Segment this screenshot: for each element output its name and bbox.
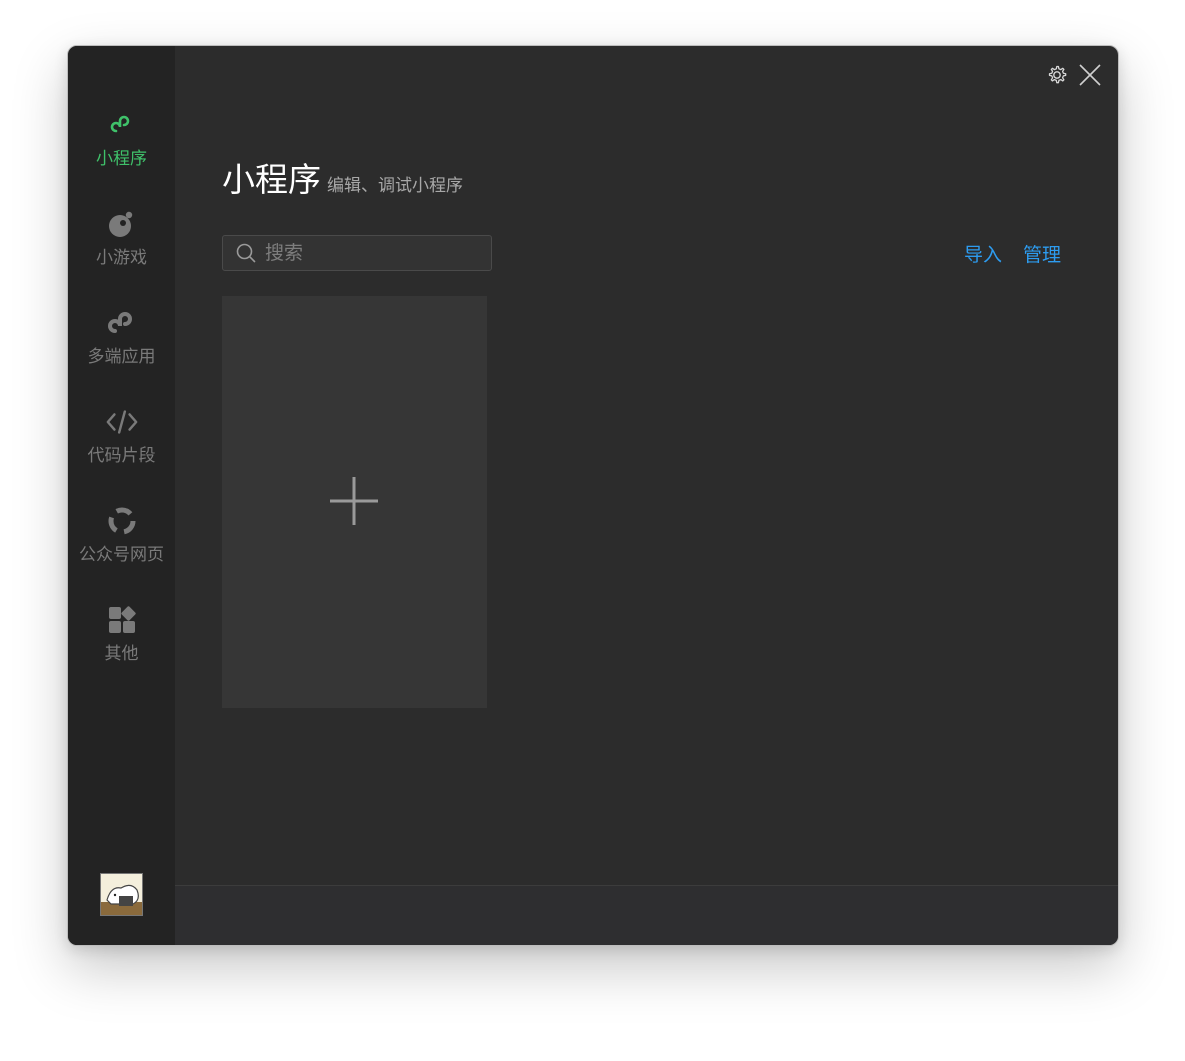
sidebar-item-minigame[interactable]: 小游戏 — [68, 207, 175, 297]
webpage-icon — [105, 504, 139, 538]
page-subtitle: 编辑、调试小程序 — [327, 176, 463, 196]
sidebar-item-code-snippet[interactable]: 代码片段 — [68, 405, 175, 495]
miniprogram-icon — [105, 108, 139, 142]
sidebar-item-label: 代码片段 — [87, 446, 156, 466]
close-icon[interactable] — [1078, 63, 1102, 91]
sidebar-item-label: 多端应用 — [87, 347, 156, 367]
sidebar-item-label: 小程序 — [96, 149, 147, 169]
grid-icon — [105, 603, 139, 637]
sidebar-item-miniprogram[interactable]: 小程序 — [68, 108, 175, 198]
footer-bar — [175, 885, 1118, 945]
avatar[interactable] — [100, 873, 143, 916]
manage-button[interactable]: 管理 — [1023, 240, 1061, 267]
search-box[interactable] — [222, 235, 492, 271]
multiplatform-icon — [105, 306, 139, 340]
sidebar-item-label: 小游戏 — [96, 248, 147, 268]
plus-icon — [329, 476, 379, 526]
new-project-card[interactable] — [222, 296, 487, 708]
code-icon — [105, 405, 139, 439]
app-window: 小程序 小游戏 多端应用 代码片段 公众号网页 其他 小程序 编辑、调试小程序 … — [67, 45, 1119, 946]
minigame-icon — [105, 207, 139, 241]
sidebar-item-webpage[interactable]: 公众号网页 — [68, 504, 175, 594]
sidebar: 小程序 小游戏 多端应用 代码片段 公众号网页 其他 — [68, 46, 175, 945]
sidebar-item-other[interactable]: 其他 — [68, 603, 175, 693]
search-icon — [235, 242, 257, 264]
settings-icon[interactable] — [1046, 64, 1068, 90]
import-button[interactable]: 导入 — [964, 240, 1002, 267]
sidebar-item-label: 其他 — [104, 644, 139, 664]
sidebar-item-multiplatform[interactable]: 多端应用 — [68, 306, 175, 396]
page-title: 小程序 编辑、调试小程序 — [222, 153, 463, 201]
page-title-text: 小程序 — [222, 160, 321, 199]
search-input[interactable] — [263, 237, 487, 269]
sidebar-item-label: 公众号网页 — [79, 545, 164, 565]
